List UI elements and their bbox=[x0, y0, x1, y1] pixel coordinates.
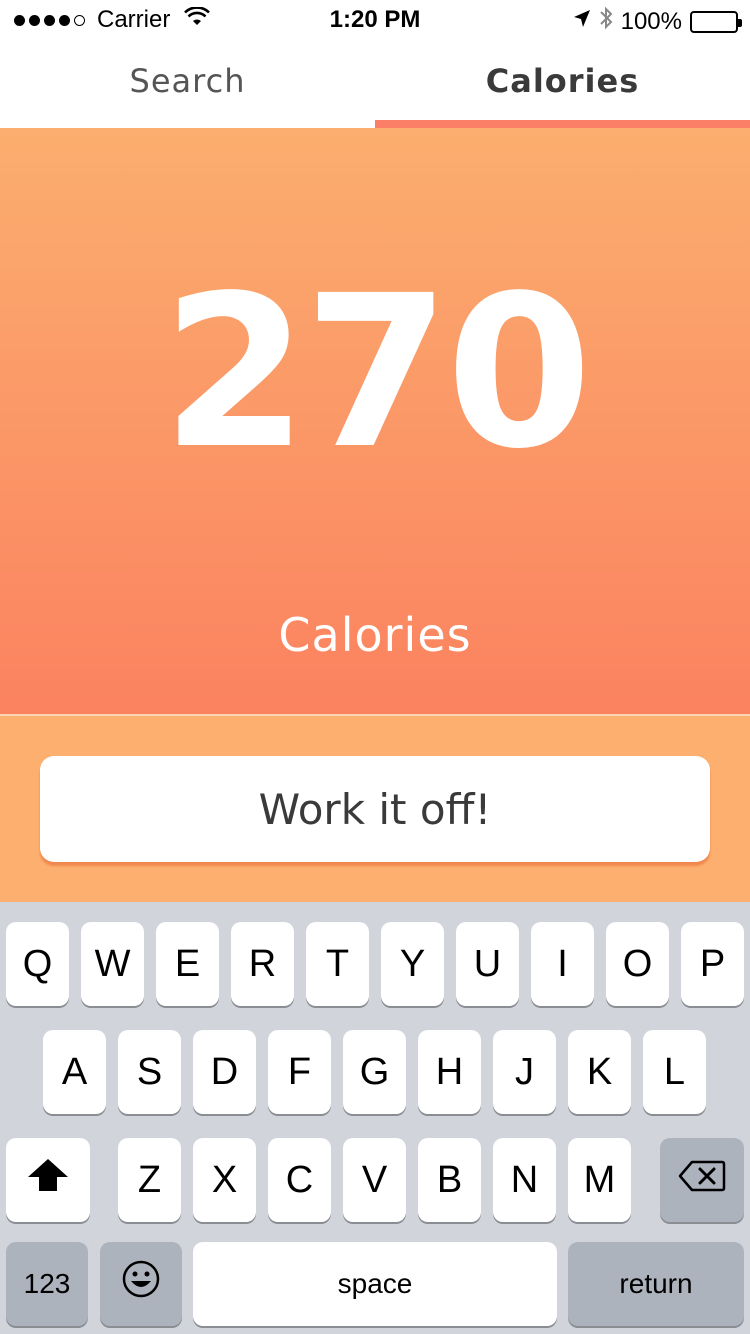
action-band: Work it off! bbox=[0, 714, 750, 902]
backspace-key[interactable] bbox=[660, 1138, 744, 1222]
key-x[interactable]: X bbox=[193, 1138, 256, 1222]
key-k[interactable]: K bbox=[568, 1030, 631, 1114]
calorie-count: 270 bbox=[161, 250, 592, 495]
key-o[interactable]: O bbox=[606, 922, 669, 1006]
status-right: 100% bbox=[573, 6, 742, 37]
key-v[interactable]: V bbox=[343, 1138, 406, 1222]
location-arrow-icon bbox=[573, 8, 591, 36]
active-tab-indicator bbox=[375, 120, 750, 128]
tab-search[interactable]: Search bbox=[0, 40, 375, 128]
tab-calories[interactable]: Calories bbox=[375, 40, 750, 128]
key-a[interactable]: A bbox=[43, 1030, 106, 1114]
calorie-unit-label: Calories bbox=[278, 608, 472, 662]
key-w[interactable]: W bbox=[81, 922, 144, 1006]
key-u[interactable]: U bbox=[456, 922, 519, 1006]
key-i[interactable]: I bbox=[531, 922, 594, 1006]
key-j[interactable]: J bbox=[493, 1030, 556, 1114]
shift-key[interactable] bbox=[6, 1138, 90, 1222]
tab-bar: Search Calories bbox=[0, 40, 750, 128]
key-m[interactable]: M bbox=[568, 1138, 631, 1222]
key-r[interactable]: R bbox=[231, 922, 294, 1006]
key-s[interactable]: S bbox=[118, 1030, 181, 1114]
shift-icon bbox=[26, 1157, 70, 1203]
bluetooth-icon bbox=[599, 6, 613, 37]
key-t[interactable]: T bbox=[306, 922, 369, 1006]
key-y[interactable]: Y bbox=[381, 922, 444, 1006]
calories-hero: 270 Calories bbox=[0, 128, 750, 714]
key-f[interactable]: F bbox=[268, 1030, 331, 1114]
work-it-off-button[interactable]: Work it off! bbox=[40, 756, 710, 862]
key-c[interactable]: C bbox=[268, 1138, 331, 1222]
numbers-key[interactable]: 123 bbox=[6, 1242, 88, 1326]
key-z[interactable]: Z bbox=[118, 1138, 181, 1222]
tab-calories-label: Calories bbox=[485, 62, 640, 100]
key-e[interactable]: E bbox=[156, 922, 219, 1006]
key-p[interactable]: P bbox=[681, 922, 744, 1006]
key-b[interactable]: B bbox=[418, 1138, 481, 1222]
emoji-key[interactable] bbox=[100, 1242, 182, 1326]
return-key[interactable]: return bbox=[568, 1242, 744, 1326]
key-g[interactable]: G bbox=[343, 1030, 406, 1114]
key-n[interactable]: N bbox=[493, 1138, 556, 1222]
key-h[interactable]: H bbox=[418, 1030, 481, 1114]
space-key[interactable]: space bbox=[193, 1242, 557, 1326]
battery-percentage: 100% bbox=[620, 7, 682, 35]
emoji-icon bbox=[121, 1259, 161, 1309]
key-l[interactable]: L bbox=[643, 1030, 706, 1114]
key-d[interactable]: D bbox=[193, 1030, 256, 1114]
status-bar: Carrier 1:20 PM 100% bbox=[0, 0, 750, 40]
keyboard: Q W E R T Y U I O P A S D F G H J K L Z … bbox=[0, 902, 750, 1334]
tab-search-label: Search bbox=[129, 62, 246, 100]
battery-icon bbox=[690, 10, 742, 33]
backspace-icon bbox=[678, 1159, 726, 1202]
key-q[interactable]: Q bbox=[6, 922, 69, 1006]
